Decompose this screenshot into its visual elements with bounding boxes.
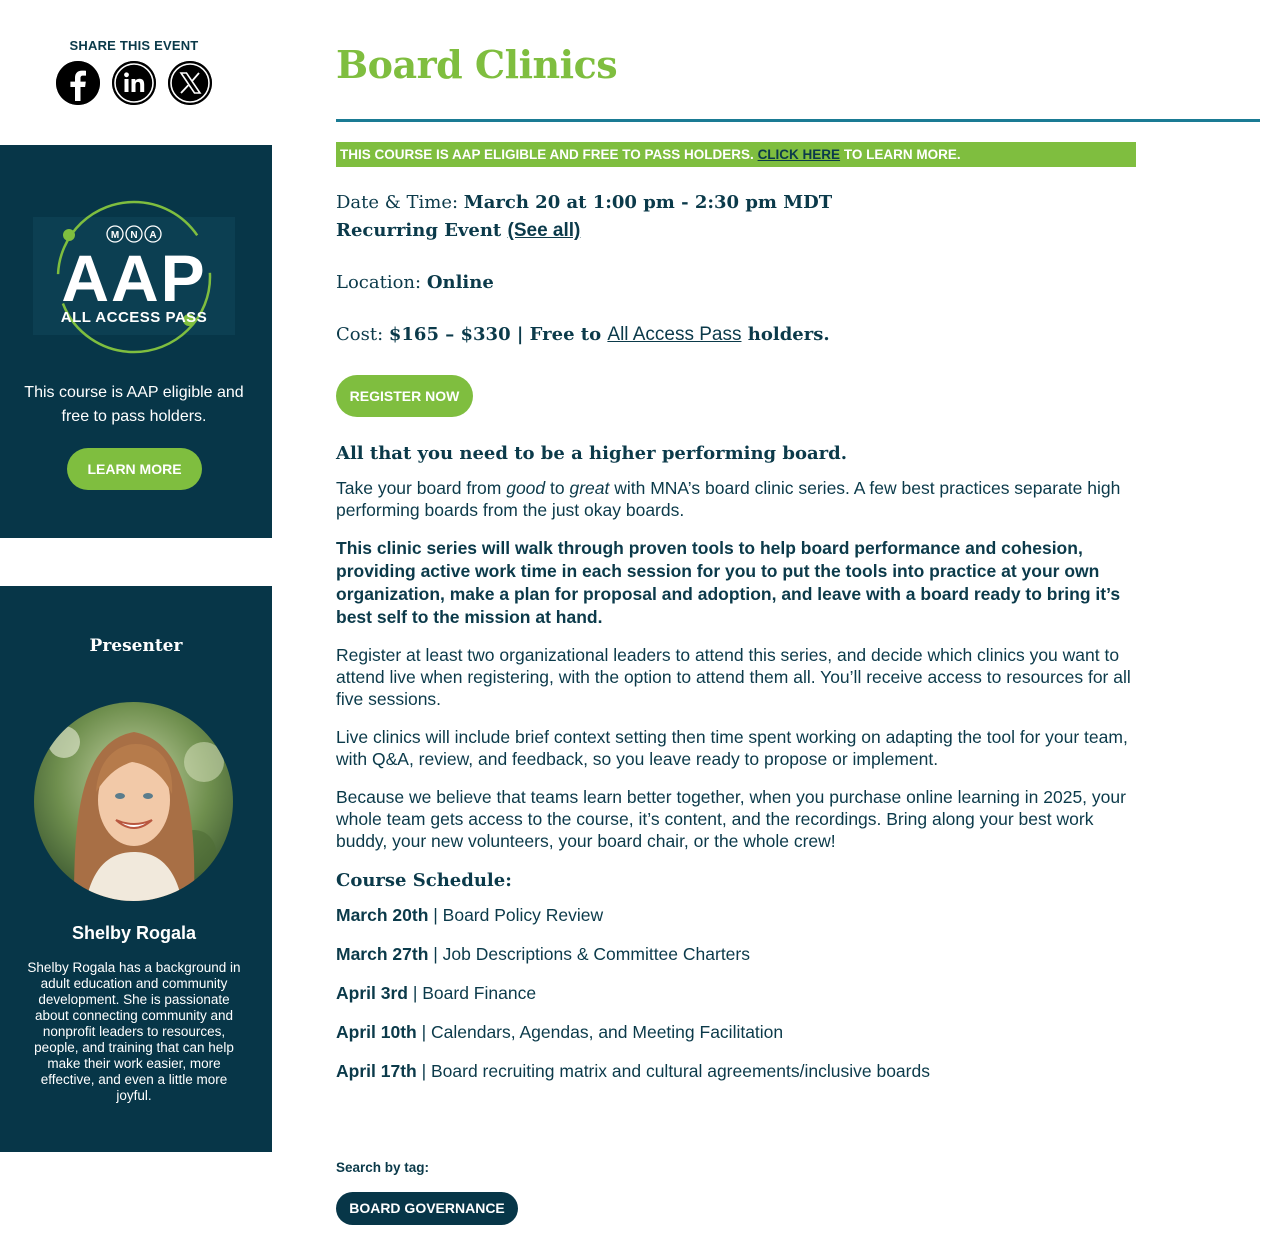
- location-value: Online: [426, 272, 494, 293]
- event-cost: Cost: $165 – $330 | Free to All Access P…: [336, 324, 830, 346]
- schedule-date: April 10th: [336, 1022, 417, 1042]
- schedule-item: April 17th | Board recruiting matrix and…: [336, 1061, 930, 1082]
- schedule-date: April 3rd: [336, 983, 408, 1003]
- series-paragraph: This clinic series will walk through pro…: [336, 538, 1121, 627]
- schedule-topic: | Calendars, Agendas, and Meeting Facili…: [416, 1022, 784, 1042]
- all-access-pass-link[interactable]: All Access Pass: [607, 324, 741, 345]
- intro-text-2: to: [545, 478, 570, 498]
- schedule-item: March 20th | Board Policy Review: [336, 905, 603, 926]
- svg-text:M: M: [111, 230, 119, 241]
- schedule-item: March 27th | Job Descriptions & Committe…: [336, 944, 750, 965]
- aap-banner: THIS COURSE IS AAP ELIGIBLE AND FREE TO …: [336, 142, 1136, 167]
- banner-text: THIS COURSE IS AAP ELIGIBLE AND FREE TO …: [340, 147, 758, 162]
- search-by-tag-label: Search by tag:: [336, 1160, 430, 1175]
- datetime-value: March 20 at 1:00 pm - 2:30 pm MDT: [463, 192, 833, 213]
- schedule-date: April 17th: [336, 1061, 417, 1081]
- cost-value: $165 – $330 | Free to: [388, 324, 608, 345]
- intro-paragraph: Take your board from good to great with …: [336, 477, 1136, 521]
- register-now-button[interactable]: REGISTER NOW: [336, 375, 473, 417]
- svg-text:AAP: AAP: [61, 241, 206, 315]
- schedule-date: March 20th: [336, 905, 429, 925]
- schedule-heading: Course Schedule:: [336, 870, 512, 891]
- schedule-item: April 10th | Calendars, Agendas, and Mee…: [336, 1022, 783, 1043]
- intro-good: good: [506, 478, 546, 498]
- presenter-bio: Shelby Rogala has a background in adult …: [27, 960, 241, 1103]
- linkedin-icon[interactable]: [112, 61, 156, 105]
- schedule-topic: | Job Descriptions & Committee Charters: [428, 944, 750, 964]
- location-label: Location:: [336, 272, 427, 293]
- schedule-topic: | Board recruiting matrix and cultural a…: [416, 1061, 930, 1081]
- presenter-panel: Presenter Shelby Rogala Shelby Rogala ha…: [0, 586, 272, 1152]
- event-datetime: Date & Time: March 20 at 1:00 pm - 2:30 …: [336, 192, 832, 213]
- schedule-topic: | Board Policy Review: [428, 905, 604, 925]
- schedule-date: March 27th: [336, 944, 429, 964]
- register-paragraph: Register at least two organizational lea…: [336, 645, 1131, 709]
- presenter-heading: Presenter: [89, 636, 183, 656]
- team-paragraph: Because we believe that teams learn bett…: [336, 787, 1126, 851]
- cost-after: holders.: [741, 324, 830, 345]
- aap-logo: M N A AAP ALL ACCESS PASS: [33, 197, 235, 357]
- datetime-label: Date & Time:: [336, 192, 464, 213]
- event-location: Location: Online: [336, 272, 494, 293]
- svg-text:ALL ACCESS PASS: ALL ACCESS PASS: [61, 309, 207, 326]
- facebook-icon[interactable]: [56, 61, 100, 105]
- schedule-topic: | Board Finance: [407, 983, 537, 1003]
- tag-board-governance[interactable]: BOARD GOVERNANCE: [336, 1192, 518, 1225]
- aap-panel: M N A AAP ALL ACCESS PASS This course is…: [0, 145, 272, 538]
- social-links: [0, 61, 268, 105]
- svg-text:A: A: [149, 230, 156, 241]
- banner-click-here-link[interactable]: CLICK HERE: [758, 147, 841, 162]
- content-headline: All that you need to be a higher perform…: [336, 443, 848, 464]
- title-divider: [336, 119, 1260, 122]
- intro-great: great: [569, 478, 610, 498]
- live-clinics-paragraph: Live clinics will include brief context …: [336, 727, 1128, 769]
- recurring-label: Recurring Event: [336, 220, 508, 241]
- share-section: SHARE THIS EVENT: [0, 38, 268, 105]
- see-all-link[interactable]: (See all): [508, 220, 581, 241]
- svg-text:N: N: [130, 230, 137, 241]
- learn-more-button[interactable]: LEARN MORE: [67, 448, 202, 490]
- presenter-name: Shelby Rogala: [71, 923, 197, 943]
- page-title: Board Clinics: [336, 42, 618, 87]
- presenter-avatar: [34, 702, 233, 901]
- aap-description: This course is AAP eligible and free to …: [24, 384, 244, 425]
- cost-label: Cost:: [336, 324, 389, 345]
- schedule-item: April 3rd | Board Finance: [336, 983, 536, 1004]
- banner-text-after: TO LEARN MORE.: [840, 147, 961, 162]
- share-title: SHARE THIS EVENT: [69, 38, 199, 53]
- x-icon[interactable]: [168, 61, 212, 105]
- intro-text: Take your board from: [336, 478, 507, 498]
- event-recurring: Recurring Event (See all): [336, 220, 580, 242]
